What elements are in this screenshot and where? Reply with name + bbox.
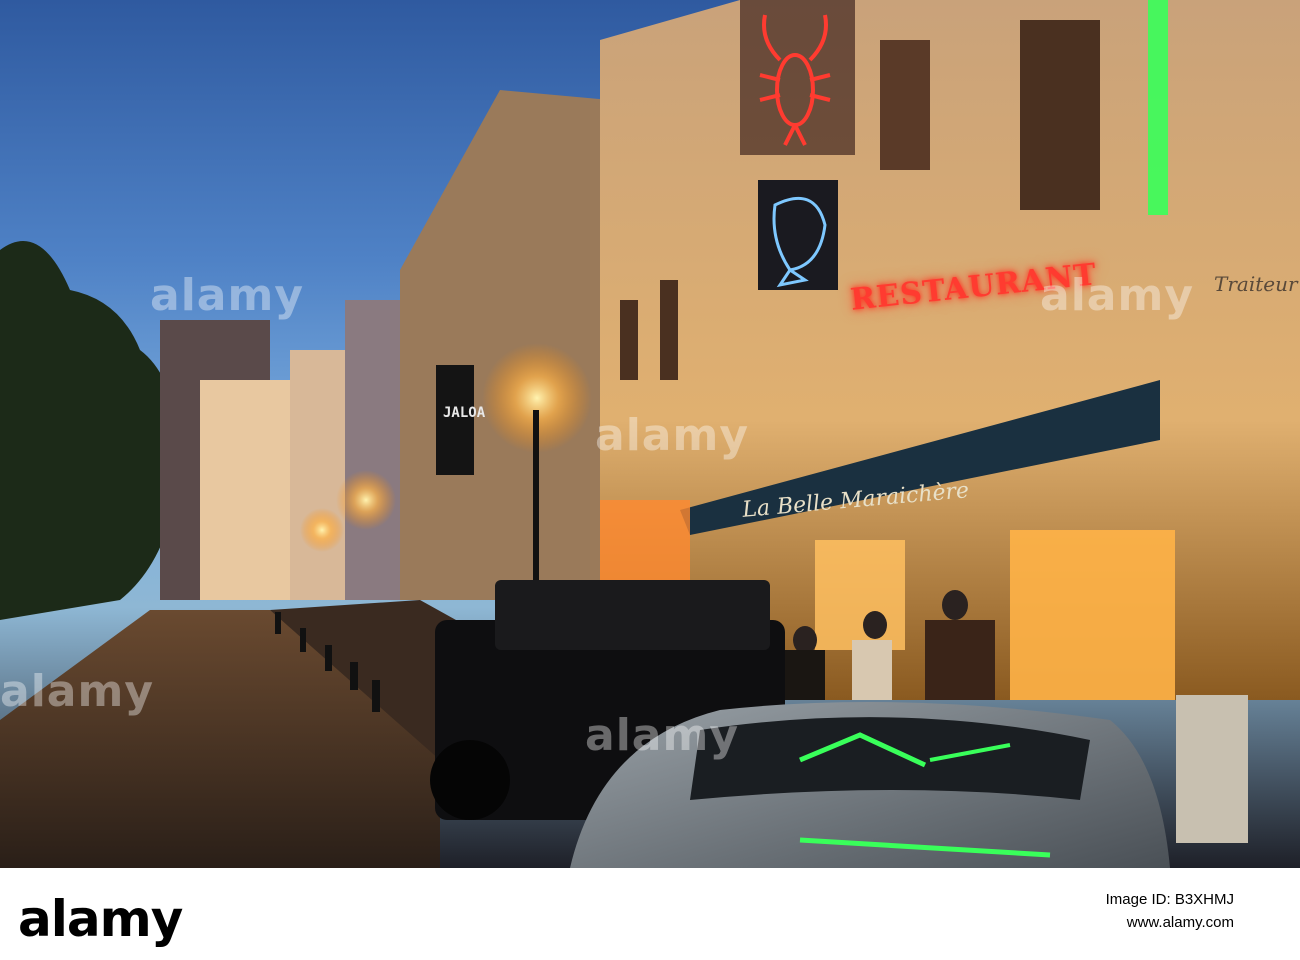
utility-box	[1176, 695, 1248, 843]
alamy-url: www.alamy.com	[1126, 914, 1234, 931]
watermark: alamy	[585, 710, 739, 761]
watermark: alamy	[150, 270, 304, 321]
shop-window	[815, 540, 905, 650]
jaloa-sign: JALOA	[443, 405, 486, 421]
watermark: alamy	[0, 666, 154, 717]
image-id: Image ID: B3XHMJ	[1105, 891, 1234, 908]
watermark: alamy	[595, 410, 749, 461]
street-photo: RESTAURANT La Belle Maraichère Traiteur …	[0, 0, 1300, 868]
traiteur-sign: Traiteur	[1214, 272, 1298, 296]
distant-building	[345, 300, 405, 600]
window	[1020, 20, 1100, 210]
window	[620, 300, 638, 380]
fish-sign-frame	[758, 180, 838, 290]
watermark: alamy	[1040, 270, 1194, 321]
street-lamp-pole	[533, 410, 539, 590]
shop-window	[600, 500, 690, 580]
window	[880, 40, 930, 170]
footer-bar	[0, 868, 1300, 960]
window	[660, 280, 678, 380]
street-lamp-glow	[336, 470, 396, 530]
alamy-logo: alamy	[18, 890, 183, 948]
street-lamp-glow	[300, 508, 344, 552]
facade	[400, 90, 610, 600]
green-neon-strip	[1148, 0, 1168, 215]
distant-building	[200, 380, 290, 600]
shop-window	[1010, 530, 1175, 700]
